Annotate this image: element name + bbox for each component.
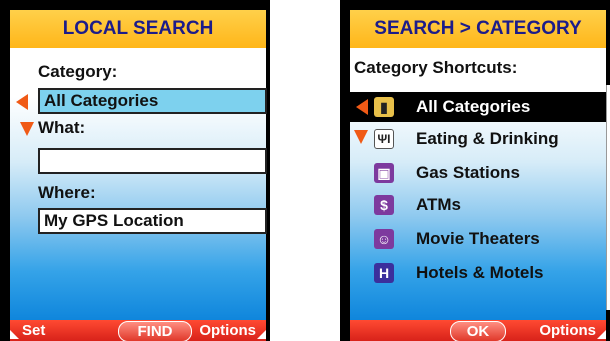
list-item-all-categories[interactable]: ▮ All Categories — [350, 92, 606, 122]
list-item-label: Movie Theaters — [416, 229, 540, 248]
scrollbar[interactable] — [606, 85, 610, 310]
list-item-label: All Categories — [416, 97, 531, 116]
category-label: Category: — [38, 62, 118, 81]
set-softkey[interactable]: Set — [22, 321, 45, 341]
list-item-movie-theaters[interactable]: ☺ Movie Theaters — [350, 224, 606, 254]
list-item-hotels-motels[interactable]: H Hotels & Motels — [350, 258, 606, 288]
category-list: Category Shortcuts: ▮ All Categories ΨΙ … — [350, 48, 606, 320]
focus-indicator-icon — [20, 122, 34, 136]
list-item-label: Gas Stations — [416, 163, 520, 182]
what-label: What: — [38, 118, 86, 137]
folder-icon: ▮ — [374, 97, 394, 117]
local-search-screen: LOCAL SEARCH Category: All Categories Wh… — [0, 0, 270, 341]
screen-title: LOCAL SEARCH — [10, 10, 266, 48]
hotel-icon: H — [374, 263, 394, 283]
fork-knife-icon: ΨΙ — [374, 129, 394, 149]
where-label: Where: — [38, 183, 96, 202]
list-item-label: ATMs — [416, 195, 462, 214]
find-button[interactable]: FIND — [118, 321, 192, 341]
list-item-eating-drinking[interactable]: ΨΙ Eating & Drinking — [350, 124, 606, 154]
list-item-atms[interactable]: $ ATMs — [350, 190, 606, 220]
screen-title: SEARCH > CATEGORY — [350, 10, 606, 48]
ok-button[interactable]: OK — [450, 321, 506, 341]
list-item-label: Hotels & Motels — [416, 263, 544, 282]
list-item-label: Eating & Drinking — [416, 129, 559, 148]
category-selector[interactable]: All Categories — [38, 88, 267, 114]
category-screen: SEARCH > CATEGORY Category Shortcuts: ▮ … — [340, 0, 610, 341]
what-input[interactable] — [38, 148, 267, 174]
right-softkey-indicator-icon — [597, 330, 606, 339]
category-prev-arrow-icon[interactable] — [16, 94, 28, 110]
dollar-icon: $ — [374, 195, 394, 215]
focus-indicator-icon — [354, 130, 368, 144]
list-item-gas-stations[interactable]: ▣ Gas Stations — [350, 158, 606, 188]
options-softkey[interactable]: Options — [199, 321, 256, 341]
softkey-bar: Set FIND Options — [10, 320, 266, 341]
gas-pump-icon: ▣ — [374, 163, 394, 183]
softkey-bar: OK Options — [350, 320, 606, 341]
options-softkey[interactable]: Options — [539, 321, 596, 341]
right-softkey-indicator-icon — [257, 330, 266, 339]
theater-masks-icon: ☺ — [374, 229, 394, 249]
left-softkey-indicator-icon — [10, 330, 19, 339]
shortcuts-label: Category Shortcuts: — [354, 58, 518, 77]
selection-arrow-icon — [356, 99, 368, 115]
where-input[interactable]: My GPS Location — [38, 208, 267, 234]
